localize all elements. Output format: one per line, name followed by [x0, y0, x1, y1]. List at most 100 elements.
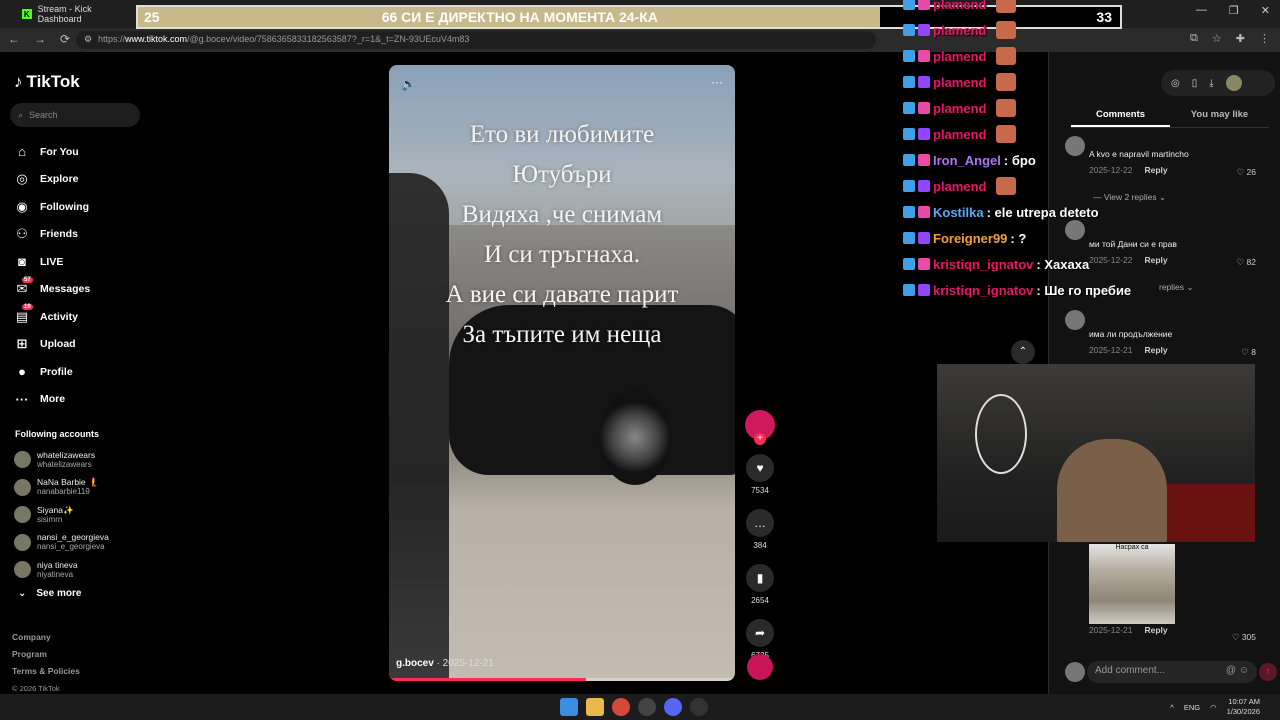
chat-username[interactable]: plamend — [933, 0, 986, 12]
following-accounts-list: whatelizawears whatelizawears NaNa Barbie … — [14, 446, 109, 584]
windows-start-icon[interactable] — [560, 698, 578, 716]
taskbar-apps — [560, 698, 708, 716]
chat-username[interactable]: plamend — [933, 75, 986, 90]
extensions-icon[interactable]: ✚ — [1236, 32, 1245, 45]
following-account[interactable]: niya tineva niyatineva — [14, 556, 109, 584]
commenter-avatar[interactable] — [1065, 136, 1085, 156]
user-avatar[interactable] — [1225, 75, 1242, 91]
video-author[interactable]: g.bocev — [396, 658, 434, 669]
forward-icon[interactable]: → — [34, 32, 46, 46]
video-player[interactable]: Ето ви любимите Ютубъри Видяха ,че снимам И… — [389, 65, 735, 681]
following-account[interactable]: Siyana✨ sisimrn — [14, 501, 109, 529]
notification-badge: 57 — [22, 276, 33, 283]
footer-program[interactable]: Program — [12, 646, 80, 663]
view-replies-button[interactable]: — View 2 replies ⌄ — [1093, 192, 1166, 203]
comment-likes[interactable]: ♡ 82 — [1237, 257, 1256, 268]
chat-username[interactable]: kristiqn_ignatov — [933, 257, 1033, 272]
follow-plus-icon[interactable]: + — [754, 433, 766, 445]
badge-icon — [903, 284, 915, 296]
comments-tabs: Comments You may like — [1071, 106, 1269, 128]
discord-icon[interactable] — [664, 698, 682, 716]
clock[interactable]: 10:07 AM 1/30/2026 — [1227, 697, 1260, 717]
device-icon[interactable]: ▯ — [1192, 78, 1198, 89]
video-progress-bar[interactable] — [389, 678, 735, 681]
cast-icon[interactable]: ⧉ — [1190, 32, 1198, 45]
creator-avatar[interactable]: + — [745, 410, 775, 445]
sidebar-item-more[interactable]: ··· More — [14, 386, 90, 414]
tab-comments[interactable]: Comments — [1071, 106, 1170, 127]
chat-username[interactable]: Foreigner99 — [933, 231, 1007, 246]
download-icon[interactable]: ⤓ — [1209, 78, 1213, 89]
wifi-icon[interactable]: ◠ — [1210, 703, 1217, 712]
bookmark-star-icon[interactable]: ☆ — [1212, 32, 1222, 45]
following-account[interactable]: NaNa Barbie 🧜 nanabarbie119 — [14, 474, 109, 502]
sidebar-item-upload[interactable]: ⊞ Upload — [14, 331, 90, 359]
file-explorer-icon[interactable] — [586, 698, 604, 716]
sidebar-item-for-you[interactable]: ⌂ For You — [14, 138, 90, 166]
chat-message: plamend — [903, 98, 1017, 118]
comment-likes[interactable]: ♡ 26 — [1237, 167, 1256, 178]
comment-likes[interactable]: ♡ 305 — [1232, 632, 1256, 643]
sidebar-item-explore[interactable]: ◎ Explore — [14, 166, 90, 194]
chat-username[interactable]: plamend — [933, 127, 986, 142]
search-input[interactable]: ⌕ Search — [10, 103, 140, 127]
chat-username[interactable]: Kostilka — [933, 205, 984, 220]
obs-icon[interactable] — [638, 698, 656, 716]
app-icon[interactable] — [690, 698, 708, 716]
chat-username[interactable]: plamend — [933, 101, 986, 116]
reply-button[interactable]: Reply — [1144, 625, 1167, 635]
send-arrow-icon[interactable]: ↑ — [1259, 663, 1277, 681]
sidebar-item-friends[interactable]: ⚇ Friends — [14, 221, 90, 249]
browser-tab[interactable]: K Stream - Kick Dashboard — [22, 2, 134, 26]
maximize-icon[interactable]: ❐ — [1229, 4, 1239, 17]
commenter-avatar[interactable] — [1065, 310, 1085, 330]
see-more-button[interactable]: ⌄ See more — [18, 588, 81, 599]
save-button[interactable]: ▮ 2654 — [745, 564, 775, 605]
chat-username[interactable]: plamend — [933, 49, 986, 64]
following-account[interactable]: whatelizawears whatelizawears — [14, 446, 109, 474]
scroll-up-icon[interactable]: ⌃ — [1011, 340, 1035, 364]
comment-button[interactable]: … 384 — [745, 509, 775, 550]
volume-icon[interactable]: 🔈 — [401, 77, 416, 91]
account-name: niya tineva — [37, 559, 78, 570]
footer-company[interactable]: Company — [12, 629, 80, 646]
comment-input[interactable]: Add comment... @ ☺ — [1087, 661, 1257, 683]
comment-likes[interactable]: ♡ 8 — [1241, 347, 1256, 358]
commenter-avatar[interactable] — [1065, 220, 1085, 240]
chat-username[interactable]: kristiqn_ignatov — [933, 283, 1033, 298]
following-account[interactable]: nansi_e_georgieva nansi_e_georgieva — [14, 529, 109, 557]
view-replies-button[interactable]: replies ⌄ — [1159, 282, 1194, 293]
tab-you-may-like[interactable]: You may like — [1170, 106, 1269, 127]
music-disc[interactable] — [747, 654, 773, 680]
back-icon[interactable]: ← — [8, 32, 20, 46]
url-field[interactable]: ⚙ https://www.tiktok.com/@g.bocev/video/… — [76, 31, 876, 49]
mention-icon[interactable]: @ — [1226, 665, 1236, 676]
tiktok-logo[interactable]: ♪ TikTok — [14, 72, 80, 92]
tray-chevron-icon[interactable]: ^ — [1170, 703, 1174, 712]
overlay-line: Видяха ,че снимам — [461, 201, 663, 228]
minimize-icon[interactable]: — — [1196, 4, 1207, 17]
sidebar-item-profile[interactable]: ● Profile — [14, 358, 90, 386]
reply-button[interactable]: Reply — [1144, 165, 1167, 175]
site-settings-icon[interactable]: ⚙ — [84, 34, 92, 45]
reply-button[interactable]: Reply — [1144, 345, 1167, 355]
video-more-icon[interactable]: ··· — [711, 75, 723, 89]
meme-image[interactable]: Насрах са — [1089, 544, 1175, 624]
like-button[interactable]: ♥ 7534 — [745, 454, 775, 495]
sidebar-item-activity[interactable]: ▤ 19 Activity — [14, 303, 90, 331]
reload-icon[interactable]: ⟳ — [60, 32, 70, 46]
reply-button[interactable]: Reply — [1144, 255, 1167, 265]
language-indicator[interactable]: ENG — [1184, 703, 1200, 712]
menu-dots-icon[interactable]: ⋮ — [1259, 32, 1270, 45]
compass-small-icon[interactable]: ◎ — [1171, 78, 1180, 89]
emoji-icon[interactable]: ☺ — [1239, 665, 1249, 676]
footer-terms[interactable]: Terms & Policies — [12, 663, 80, 680]
chrome-icon[interactable] — [612, 698, 630, 716]
chat-username[interactable]: plamend — [933, 179, 986, 194]
close-icon[interactable]: ✕ — [1261, 4, 1270, 17]
sidebar-item-live[interactable]: ◙ LIVE — [14, 248, 90, 276]
chat-username[interactable]: plamend — [933, 23, 986, 38]
sidebar-item-messages[interactable]: ✉ 57 Messages — [14, 276, 90, 304]
sidebar-item-following[interactable]: ◉ Following — [14, 193, 90, 221]
chat-username[interactable]: Iron_Angel — [933, 153, 1001, 168]
